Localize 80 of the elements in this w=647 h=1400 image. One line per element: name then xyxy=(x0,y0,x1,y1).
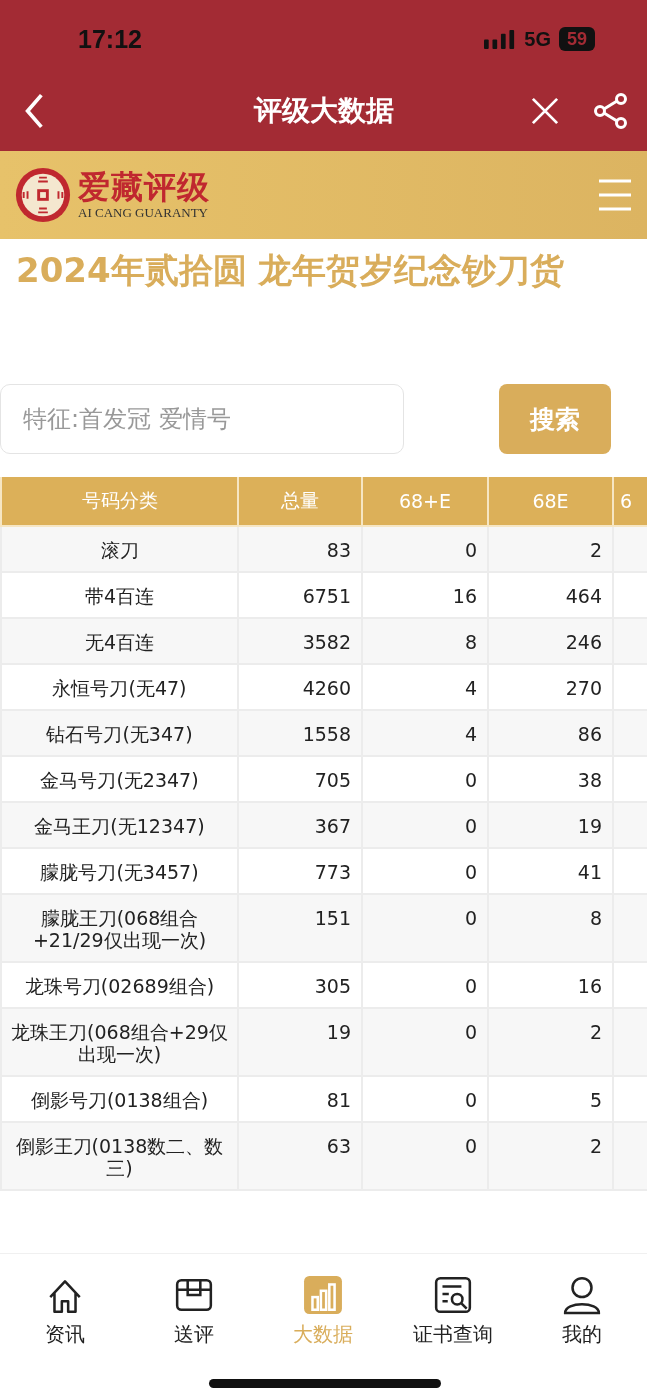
column-header: 68E xyxy=(488,477,613,526)
back-icon xyxy=(24,92,46,129)
table-cell: 41 xyxy=(488,848,613,894)
table-cell: 0 xyxy=(362,1008,488,1076)
table-cell: 270 xyxy=(488,664,613,710)
table-cell: 0 xyxy=(362,1076,488,1122)
table-cell: 倒影王刀(0138数二、数三) xyxy=(1,1122,238,1190)
tab-item[interactable]: 送评 xyxy=(134,1274,255,1363)
table-cell: 63 xyxy=(238,1122,362,1190)
table-cell: 金马号刀(无2347) xyxy=(1,756,238,802)
table-cell: 朦胧王刀(068组合+21/29仅出现一次) xyxy=(1,894,238,962)
battery-level: 59 xyxy=(558,27,595,51)
table-cell: 钻石号刀(无347) xyxy=(1,710,238,756)
table-cell: 0 xyxy=(362,962,488,1008)
table-cell: 367 xyxy=(238,802,362,848)
brand-name: 爱藏评级 xyxy=(78,169,210,205)
table-cell: 4260 xyxy=(238,664,362,710)
table-cell: 38 xyxy=(488,756,613,802)
table-cell: 2 xyxy=(488,1008,613,1076)
back-button[interactable] xyxy=(24,92,46,129)
table-cell: 6751 xyxy=(238,572,362,618)
signal-icon xyxy=(484,29,517,49)
table-cell: 0 xyxy=(362,894,488,962)
tab-item[interactable]: 资讯 xyxy=(4,1274,125,1363)
table-cell: 1558 xyxy=(238,710,362,756)
table-cell: 朦胧号刀(无3457) xyxy=(1,848,238,894)
column-header: 68+E xyxy=(362,477,488,526)
column-header: 总量 xyxy=(238,477,362,526)
table-cell: 无4百连 xyxy=(1,618,238,664)
table-cell: 带4百连 xyxy=(1,572,238,618)
table-cell: 86 xyxy=(488,710,613,756)
tab-item[interactable]: 证书查询 xyxy=(392,1274,513,1363)
table-cell: 5 xyxy=(488,1076,613,1122)
table-cell: 0 xyxy=(362,526,488,572)
table-cell: 8 xyxy=(488,894,613,962)
network-label: 5G xyxy=(524,27,551,51)
table-cell: 永恒号刀(无47) xyxy=(1,664,238,710)
table-cell: 2 xyxy=(488,1122,613,1190)
table-cell: 4 xyxy=(362,710,488,756)
column-header: 号码分类 xyxy=(1,477,238,526)
close-icon xyxy=(531,96,559,125)
person-icon xyxy=(562,1275,603,1315)
table-cell: 2 xyxy=(488,526,613,572)
tab-item[interactable]: 我的 xyxy=(522,1274,643,1363)
table-cell: 83 xyxy=(238,526,362,572)
table-cell: 滚刀 xyxy=(1,526,238,572)
menu-icon xyxy=(597,179,633,211)
table-cell: 0 xyxy=(362,848,488,894)
column-header: 6 xyxy=(613,477,647,526)
coin-logo-icon xyxy=(14,166,72,224)
table-cell: 金马王刀(无12347) xyxy=(1,802,238,848)
table-cell: 8 xyxy=(362,618,488,664)
bar-chart-icon xyxy=(303,1275,344,1315)
table-cell: 246 xyxy=(488,618,613,664)
share-icon xyxy=(593,92,629,129)
table-cell: 16 xyxy=(488,962,613,1008)
table-cell: 151 xyxy=(238,894,362,962)
table-cell: 0 xyxy=(362,1122,488,1190)
table-cell: 3582 xyxy=(238,618,362,664)
table-cell: 464 xyxy=(488,572,613,618)
table-cell: 705 xyxy=(238,756,362,802)
table-cell: 倒影号刀(0138组合) xyxy=(1,1076,238,1122)
document-search-icon xyxy=(432,1275,473,1315)
page-title: 评级大数据 xyxy=(252,92,395,129)
product-title: 2024年贰拾圆 龙年贺岁纪念钞刀货 xyxy=(15,249,566,292)
table-cell: 0 xyxy=(362,756,488,802)
table-cell: 773 xyxy=(238,848,362,894)
brand-tagline: AI CANG GUARANTY xyxy=(78,205,209,221)
table-cell: 16 xyxy=(362,572,488,618)
clock-time: 17:12 xyxy=(78,24,142,54)
table-cell: 19 xyxy=(488,802,613,848)
table-cell: 龙珠王刀(068组合+29仅出现一次) xyxy=(1,1008,238,1076)
share-button[interactable] xyxy=(593,92,629,129)
table-cell: 305 xyxy=(238,962,362,1008)
table-cell: 4 xyxy=(362,664,488,710)
table-cell: 81 xyxy=(238,1076,362,1122)
table-cell: 龙珠号刀(02689组合) xyxy=(1,962,238,1008)
table-cell: 19 xyxy=(238,1008,362,1076)
search-field[interactable]: 特征:首发冠 爱情号 xyxy=(0,384,404,454)
table-cell: 0 xyxy=(362,802,488,848)
